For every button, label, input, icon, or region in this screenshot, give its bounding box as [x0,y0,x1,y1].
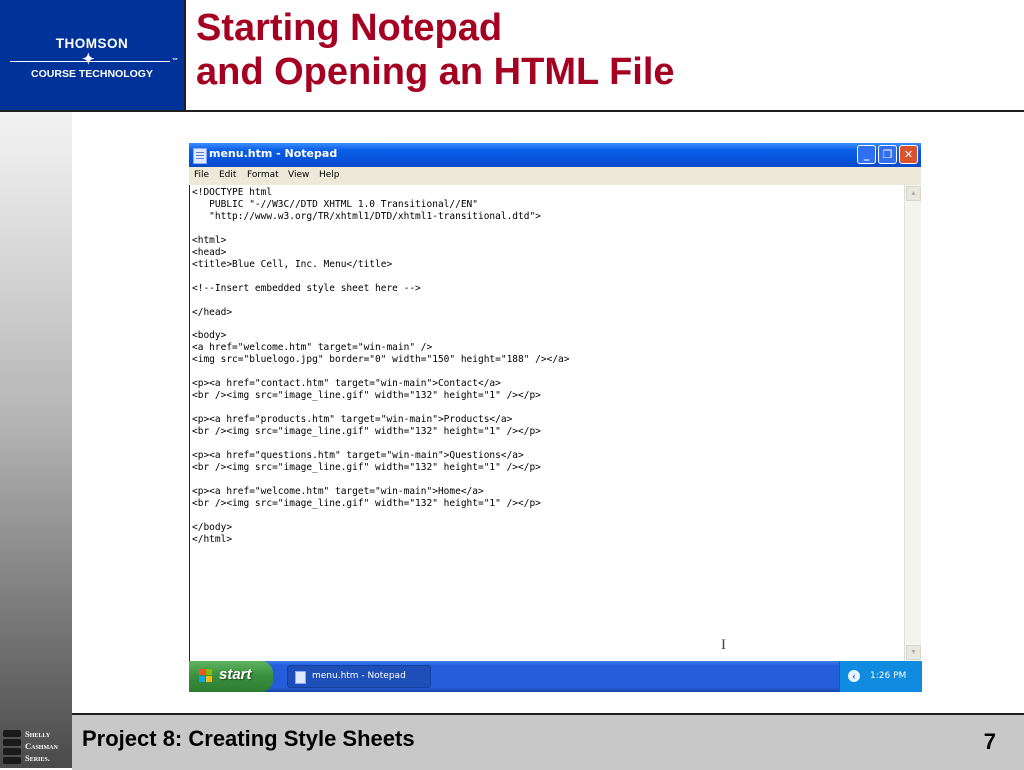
notepad-icon [193,148,207,164]
menu-view[interactable]: View [288,170,309,180]
notepad-icon [295,671,306,684]
scroll-down-arrow-icon[interactable]: ▼ [906,645,921,660]
menu-bar: File Edit Format View Help [189,167,921,185]
close-button[interactable]: ✕ [899,145,918,164]
text-cursor-icon: I [721,637,726,653]
start-button[interactable]: start [189,661,273,692]
series-logo-line2: Cashman [25,741,58,751]
notepad-window[interactable]: menu.htm - Notepad _ ❐ ✕ File Edit Forma… [189,143,922,692]
menu-help[interactable]: Help [319,170,340,180]
maximize-button[interactable]: ❐ [878,145,897,164]
taskbar-item-notepad[interactable]: menu.htm - Notepad [287,665,431,688]
tray-expand-icon[interactable]: ‹ [848,670,860,682]
menu-edit[interactable]: Edit [219,170,236,180]
windows-flag-icon [199,669,213,683]
menu-file[interactable]: File [194,170,209,180]
slide-sidebar [0,0,72,768]
thomson-logo: THOMSON ✦ COURSE TECHNOLOGY ™ [0,0,186,110]
taskbar: start menu.htm - Notepad ‹ 1:26 PM [189,661,922,692]
start-label: start [219,666,252,683]
minimize-button[interactable]: _ [857,145,876,164]
scroll-up-arrow-icon[interactable]: ▲ [906,186,921,201]
slide-title-line1: Starting Notepad [196,7,503,49]
clock: 1:26 PM [870,671,907,681]
editor-text[interactable]: <!DOCTYPE html PUBLIC "-//W3C//DTD XHTML… [190,185,904,546]
slide-header: THOMSON ✦ COURSE TECHNOLOGY ™ Starting N… [0,0,1024,112]
logo-trademark: ™ [172,58,178,64]
menu-format[interactable]: Format [247,170,279,180]
series-logo-line3: Series. [25,753,50,763]
footer-project-title: Project 8: Creating Style Sheets [82,726,415,751]
slide-footer: Project 8: Creating Style Sheets 7 [72,713,1024,770]
logo-star-icon: ✦ [82,51,95,68]
logo-line2: COURSE TECHNOLOGY [31,68,153,80]
logo-line1: THOMSON [55,36,129,51]
shelly-cashman-logo: Shelly Cashman Series. [0,728,72,768]
page-number: 7 [983,729,996,754]
window-title: menu.htm - Notepad [209,147,338,160]
slide-title-line2: and Opening an HTML File [196,51,675,93]
text-editor-area[interactable]: <!DOCTYPE html PUBLIC "-//W3C//DTD XHTML… [190,185,904,661]
system-tray: ‹ 1:26 PM [839,661,922,692]
vertical-scrollbar[interactable]: ▲ ▼ [904,185,921,661]
series-logo-line1: Shelly [25,729,51,739]
slide-title: Starting Notepad and Opening an HTML Fil… [196,6,675,94]
taskbar-item-label: menu.htm - Notepad [312,671,406,681]
window-titlebar[interactable]: menu.htm - Notepad _ ❐ ✕ [189,143,921,167]
books-icon [3,730,21,766]
series-logo-text: Shelly Cashman Series. [25,728,58,764]
